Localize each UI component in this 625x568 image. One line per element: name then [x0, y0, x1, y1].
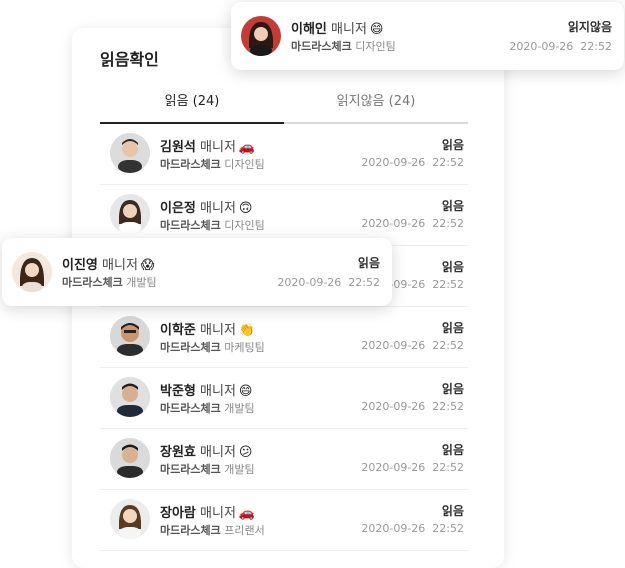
- company-name: 마드라스체크: [160, 219, 221, 232]
- team-name: 개발팀: [224, 402, 255, 415]
- team-name: 디자인팀: [355, 40, 396, 53]
- company-name: 마드라스체크: [160, 463, 221, 476]
- avatar: [110, 316, 150, 356]
- read-status: 읽음: [441, 199, 464, 213]
- company-name: 마드라스체크: [291, 40, 352, 53]
- read-clock: 22:52: [432, 339, 464, 352]
- car-emoji-icon: 🚗: [238, 140, 256, 155]
- read-date: 2020-09-26: [361, 522, 426, 535]
- read-date: 2020-09-26: [361, 400, 426, 413]
- avatar: [110, 438, 150, 478]
- read-status: 읽음: [441, 382, 464, 396]
- list-item[interactable]: 박준형 매니저 😄 마드라스체크 개발팀 읽음 2020-09-26 22:52: [100, 368, 468, 429]
- read-date: 2020-09-26: [361, 156, 426, 169]
- company-name: 마드라스체크: [160, 158, 221, 171]
- avatar: [110, 133, 150, 173]
- user-name: 이해인: [291, 22, 327, 37]
- user-name: 이진영: [62, 258, 98, 273]
- read-status: 읽음: [441, 443, 464, 457]
- clapping-hands-icon: 👏: [238, 323, 256, 338]
- read-clock: 22:52: [580, 40, 612, 53]
- reader-list: 김원석 매니저 🚗 마드라스체크 디자인팀 읽음 2020-09-26 22:52…: [100, 124, 468, 551]
- read-time: 2020-09-26 22:52: [361, 217, 464, 230]
- user-role: 매니저: [200, 506, 236, 521]
- read-time: 2020-09-26 22:52: [361, 339, 464, 352]
- confused-face-icon: 😕: [238, 445, 253, 460]
- user-role: 매니저: [200, 384, 236, 399]
- team-name: 디자인팀: [224, 158, 265, 171]
- tab-bar: 읽음 (24) 읽지않음 (24): [100, 92, 468, 124]
- unread-user-card[interactable]: 이해인 매니저 😄 마드라스체크 디자인팀 읽지않음 2020-09-26 22:…: [231, 2, 624, 70]
- company-name: 마드라스체크: [160, 524, 221, 537]
- panel-title: 읽음확인: [100, 50, 159, 69]
- list-item[interactable]: 이은정 매니저 🙃 마드라스체크 디자인팀 읽음 2020-09-26 22:52: [100, 185, 468, 246]
- screaming-face-icon: 😱: [140, 258, 155, 273]
- company-name: 마드라스체크: [160, 341, 221, 354]
- list-item[interactable]: 김원석 매니저 🚗 마드라스체크 디자인팀 읽음 2020-09-26 22:52: [100, 124, 468, 185]
- read-time: 2020-09-26 22:52: [361, 522, 464, 535]
- read-date: 2020-09-26: [277, 276, 342, 289]
- read-status: 읽음: [441, 504, 464, 518]
- avatar: [12, 252, 52, 292]
- avatar: [110, 377, 150, 417]
- user-name: 이은정: [160, 201, 196, 216]
- user-name: 박준형: [160, 384, 196, 399]
- highlighted-user-card[interactable]: 이진영 매니저 😱 마드라스체크 개발팀 읽음 2020-09-26 22:52: [2, 238, 392, 306]
- read-clock: 22:52: [432, 278, 464, 291]
- user-role: 매니저: [331, 22, 367, 37]
- read-clock: 22:52: [432, 461, 464, 474]
- team-name: 개발팀: [224, 463, 255, 476]
- read-date: 2020-09-26: [509, 40, 574, 53]
- grinning-face-icon: 😄: [238, 384, 253, 399]
- list-item[interactable]: 이학준 매니저 👏 마드라스체크 마케팅팀 읽음 2020-09-26 22:52: [100, 307, 468, 368]
- company-name: 마드라스체크: [160, 402, 221, 415]
- read-clock: 22:52: [348, 276, 380, 289]
- user-name: 이학준: [160, 323, 196, 338]
- user-role: 매니저: [200, 323, 236, 338]
- avatar: [110, 194, 150, 234]
- team-name: 프리랜서: [224, 524, 265, 537]
- avatar: [241, 16, 281, 56]
- read-clock: 22:52: [432, 522, 464, 535]
- read-time: 2020-09-26 22:52: [361, 156, 464, 169]
- read-date: 2020-09-26: [361, 461, 426, 474]
- user-name: 김원석: [160, 140, 196, 155]
- read-time: 2020-09-26 22:52: [277, 276, 380, 289]
- user-role: 매니저: [200, 140, 236, 155]
- tab-read[interactable]: 읽음 (24): [100, 92, 284, 124]
- read-time: 2020-09-26 22:52: [509, 40, 612, 53]
- read-clock: 22:52: [432, 156, 464, 169]
- unread-status: 읽지않음: [567, 20, 612, 34]
- user-role: 매니저: [200, 445, 236, 460]
- read-status: 읽음: [441, 138, 464, 152]
- upside-down-face-icon: 🙃: [238, 201, 253, 216]
- avatar: [110, 499, 150, 539]
- read-time: 2020-09-26 22:52: [361, 400, 464, 413]
- grinning-face-icon: 😄: [369, 22, 384, 37]
- team-name: 마케팅팀: [224, 341, 265, 354]
- company-name: 마드라스체크: [62, 276, 123, 289]
- read-status: 읽음: [441, 321, 464, 335]
- read-date: 2020-09-26: [361, 217, 426, 230]
- list-item[interactable]: 장아람 매니저 🚗 마드라스체크 프리랜서 읽음 2020-09-26 22:52: [100, 490, 468, 551]
- user-role: 매니저: [102, 258, 138, 273]
- team-name: 디자인팀: [224, 219, 265, 232]
- list-item[interactable]: 장원효 매니저 😕 마드라스체크 개발팀 읽음 2020-09-26 22:52: [100, 429, 468, 490]
- user-name: 장원효: [160, 445, 196, 460]
- read-status: 읽음: [357, 256, 380, 270]
- read-time: 2020-09-26 22:52: [361, 461, 464, 474]
- read-date: 2020-09-26: [361, 339, 426, 352]
- user-role: 매니저: [200, 201, 236, 216]
- tab-unread[interactable]: 읽지않음 (24): [284, 92, 468, 122]
- read-status: 읽음: [441, 260, 464, 274]
- read-clock: 22:52: [432, 400, 464, 413]
- user-name: 장아람: [160, 506, 196, 521]
- team-name: 개발팀: [126, 276, 157, 289]
- read-clock: 22:52: [432, 217, 464, 230]
- car-emoji-icon: 🚗: [238, 506, 256, 521]
